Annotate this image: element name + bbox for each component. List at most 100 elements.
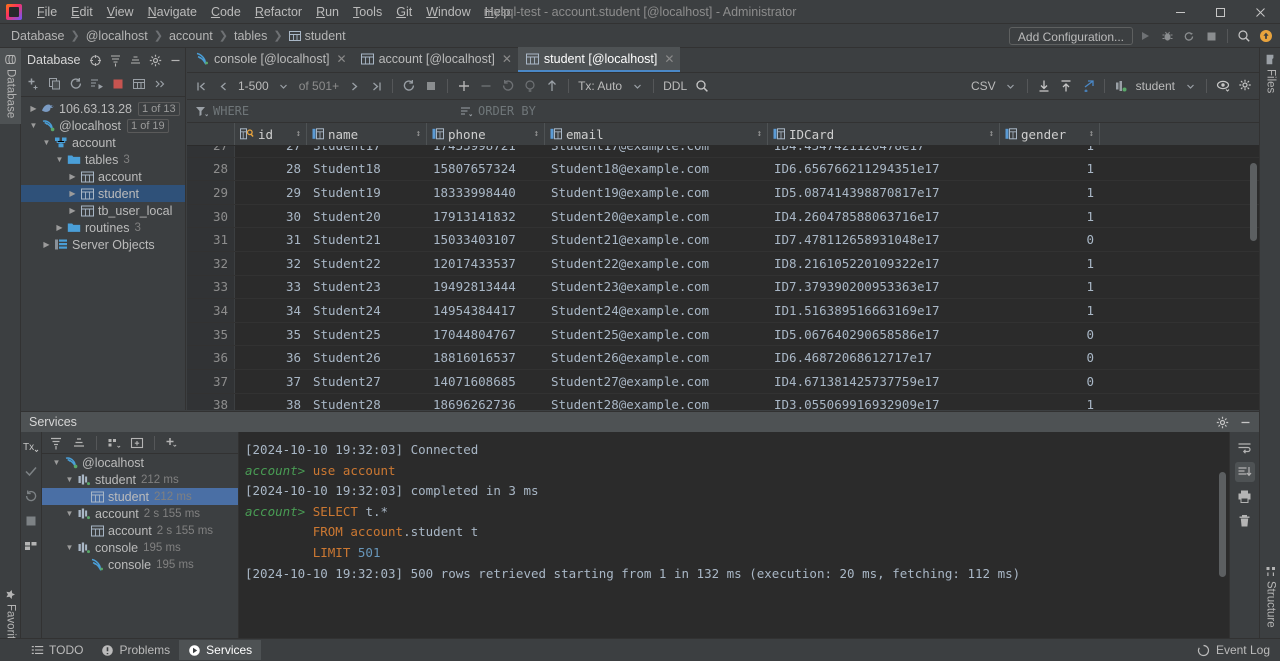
service-tree-item-localhost[interactable]: ▼ @localhost <box>42 454 238 471</box>
table-row[interactable]: 30 30 Student20 17913141832 Student20@exampl… <box>187 204 1259 229</box>
chevron-right-icon[interactable]: ▶ <box>40 240 53 249</box>
chevron-right-icon[interactable]: ▶ <box>53 223 66 232</box>
sort-indicator-icon[interactable]: ↕ <box>757 129 762 139</box>
minimize-button[interactable] <box>1160 0 1200 24</box>
chevron-right-icon[interactable]: ▶ <box>27 104 40 113</box>
breadcrumb-item-localhost[interactable]: @localhost <box>83 28 151 44</box>
grid-cell-idcard[interactable]: ID3.055069916932909e17 <box>768 394 1000 410</box>
grid-cell-gender[interactable]: 1 <box>1000 276 1100 299</box>
grid-cell-id[interactable]: 37 <box>235 370 307 393</box>
view-options-icon[interactable] <box>1213 76 1233 96</box>
grid-cell-id[interactable]: 28 <box>235 158 307 181</box>
grid-cell-phone[interactable]: 12017433537 <box>427 252 545 275</box>
menu-item-help[interactable]: Help <box>478 2 518 22</box>
grid-cell-id[interactable]: 32 <box>235 252 307 275</box>
sort-indicator-icon[interactable]: ↕ <box>416 129 421 139</box>
grid-cell-email[interactable]: Student19@example.com <box>545 181 768 204</box>
chevron-right-icon[interactable]: ▶ <box>66 172 79 181</box>
order-by-filter[interactable]: ORDER BY <box>452 104 536 118</box>
run-query-icon[interactable] <box>87 74 107 94</box>
grid-cell-gender[interactable]: 1 <box>1000 181 1100 204</box>
grid-cell-email[interactable]: Student23@example.com <box>545 276 768 299</box>
grid-cell-phone[interactable]: 14954384417 <box>427 299 545 322</box>
grid-cell-id[interactable]: 38 <box>235 394 307 410</box>
menu-item-refactor[interactable]: Refactor <box>248 2 309 22</box>
grid-cell-idcard[interactable]: ID1.516389516663169e17 <box>768 299 1000 322</box>
add-configuration-button[interactable]: Add Configuration... <box>1008 27 1133 45</box>
chevron-down-icon[interactable]: ▼ <box>27 121 40 130</box>
db-tree-item-tb_user_local[interactable]: ▶ tb_user_local <box>21 202 185 219</box>
search-everywhere-icon[interactable] <box>1234 26 1254 46</box>
grid-cell-phone[interactable]: 15033403107 <box>427 228 545 251</box>
collapse-all-icon[interactable] <box>69 433 89 453</box>
grid-column-header-id[interactable]: id ↕ <box>235 123 307 145</box>
grid-cell-email[interactable]: Student27@example.com <box>545 370 768 393</box>
copy-datasource-icon[interactable] <box>45 74 65 94</box>
chevron-down-icon[interactable]: ▼ <box>50 458 63 467</box>
commit-check-icon[interactable] <box>21 461 41 481</box>
run-with-coverage-button[interactable] <box>1179 26 1199 46</box>
editor-tab-student[interactable]: student [@localhost] ✕ <box>517 47 681 72</box>
maximize-button[interactable] <box>1200 0 1240 24</box>
grid-cell-idcard[interactable]: ID7.379390200953363e17 <box>768 276 1000 299</box>
add-service-icon[interactable] <box>162 433 182 453</box>
grid-search-icon[interactable] <box>692 76 712 96</box>
collapse-all-icon[interactable] <box>125 50 145 70</box>
hide-panel-icon[interactable] <box>1235 412 1255 432</box>
status-bar-item-problems[interactable]: Problems <box>92 640 179 660</box>
stop-button[interactable] <box>1201 26 1221 46</box>
services-console-output[interactable]: [2024-10-10 19:32:03] Connected account> … <box>239 432 1229 638</box>
menu-item-code[interactable]: Code <box>204 2 248 22</box>
sort-indicator-icon[interactable]: ↕ <box>534 129 539 139</box>
grid-cell-phone[interactable]: 18333998440 <box>427 181 545 204</box>
grid-cell-name[interactable]: Student17 <box>307 146 427 157</box>
menu-item-edit[interactable]: Edit <box>64 2 100 22</box>
service-tree-item-account[interactable]: account 2 s 155 ms <box>42 522 238 539</box>
grid-cell-id[interactable]: 35 <box>235 323 307 346</box>
connection-label[interactable]: student <box>1133 79 1178 93</box>
event-log-button[interactable]: Event Log <box>1197 643 1270 657</box>
export-data-icon[interactable] <box>1056 76 1076 96</box>
grid-cell-phone[interactable]: 17044804767 <box>427 323 545 346</box>
grid-cell-name[interactable]: Student25 <box>307 323 427 346</box>
sync-icon[interactable] <box>85 50 105 70</box>
group-sessions-icon[interactable] <box>104 433 124 453</box>
grid-cell-idcard[interactable]: ID7.478112658931048e17 <box>768 228 1000 251</box>
transaction-chevron-icon[interactable] <box>627 76 647 96</box>
grid-cell-name[interactable]: Student24 <box>307 299 427 322</box>
table-row[interactable]: 38 38 Student28 18696262736 Student28@exampl… <box>187 393 1259 410</box>
db-tree-item-account[interactable]: ▶ account <box>21 168 185 185</box>
grid-cell-phone[interactable]: 18696262736 <box>427 394 545 410</box>
last-page-icon[interactable] <box>366 76 386 96</box>
service-tree-item-account[interactable]: ▼ account 2 s 155 ms <box>42 505 238 522</box>
db-tree-item-serverobjects[interactable]: ▶ Server Objects <box>21 236 185 253</box>
grid-column-header-name[interactable]: name ↕ <box>307 123 427 145</box>
table-row[interactable]: 29 29 Student19 18333998440 Student19@exampl… <box>187 181 1259 205</box>
open-table-icon[interactable] <box>129 74 149 94</box>
db-tree-item-account[interactable]: ▼ account <box>21 134 185 151</box>
tool-window-stripe-structure[interactable]: Structure <box>1260 560 1280 634</box>
grid-cell-gender[interactable]: 1 <box>1000 205 1100 228</box>
table-row[interactable]: 28 28 Student18 15807657324 Student18@exampl… <box>187 157 1259 182</box>
sort-indicator-icon[interactable]: ↕ <box>1089 129 1094 139</box>
transaction-tx-icon[interactable]: Tx <box>21 436 41 456</box>
status-bar-item-todo[interactable]: TODO <box>22 640 92 660</box>
rollback-icon[interactable] <box>21 486 41 506</box>
grid-cell-idcard[interactable]: ID6.656766211294351e17 <box>768 158 1000 181</box>
grid-cell-email[interactable]: Student22@example.com <box>545 252 768 275</box>
update-project-icon[interactable] <box>1256 26 1276 46</box>
settings-gear-icon[interactable] <box>1212 412 1232 432</box>
menu-item-git[interactable]: Git <box>389 2 419 22</box>
where-filter[interactable]: WHERE <box>187 104 452 118</box>
grid-cell-gender[interactable]: 0 <box>1000 323 1100 346</box>
grid-cell-gender[interactable]: 1 <box>1000 394 1100 410</box>
grid-cell-idcard[interactable]: ID4.4547421120478e17 <box>768 146 1000 157</box>
grid-cell-idcard[interactable]: ID8.216105220109322e17 <box>768 252 1000 275</box>
service-tree-item-console[interactable]: console 195 ms <box>42 556 238 573</box>
close-icon[interactable]: ✕ <box>664 52 674 66</box>
grid-cell-id[interactable]: 33 <box>235 276 307 299</box>
commit-icon[interactable] <box>542 76 562 96</box>
connection-chevron-icon[interactable] <box>1180 76 1200 96</box>
new-tab-icon[interactable] <box>127 433 147 453</box>
menu-item-tools[interactable]: Tools <box>346 2 389 22</box>
